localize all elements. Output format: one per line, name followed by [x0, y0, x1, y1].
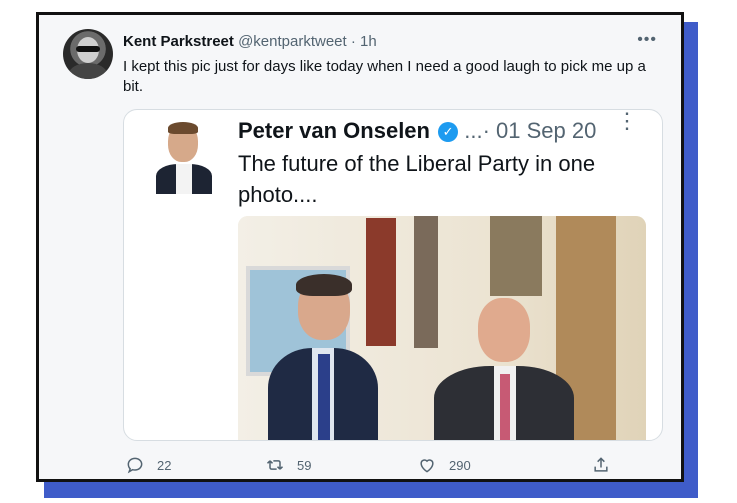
quoted-author-avatar[interactable]: [156, 122, 212, 194]
reply-count: 22: [157, 457, 172, 473]
more-vertical-icon[interactable]: ⋮: [616, 110, 638, 132]
quoted-author-name[interactable]: Peter van Onselen: [238, 118, 430, 143]
tweet-text: I kept this pic just for days like today…: [123, 58, 646, 95]
header-separator: ·: [350, 33, 356, 50]
photo-person-left: [268, 274, 378, 440]
reply-button[interactable]: 22: [125, 455, 171, 475]
person-tie: [500, 374, 510, 440]
author-avatar[interactable]: [63, 29, 113, 79]
tweet-actions: 22 59 290: [125, 455, 665, 479]
quoted-handle-ellipsis: ...: [464, 118, 483, 143]
retweet-count: 59: [297, 457, 312, 473]
retweet-icon: [266, 460, 284, 470]
verified-badge-icon: ✓: [438, 122, 459, 142]
person-head: [478, 298, 530, 362]
heart-icon: [420, 459, 434, 473]
person-tie: [318, 354, 330, 440]
avatar-glasses: [76, 46, 100, 52]
quoted-avatar-hair: [168, 122, 198, 134]
share-button[interactable]: [591, 455, 611, 475]
quoted-separator: ·: [482, 118, 490, 143]
author-name[interactable]: Kent Parkstreet: [123, 33, 234, 50]
tweet-time[interactable]: 1h: [360, 33, 377, 50]
reply-icon: [127, 457, 143, 474]
quoted-avatar-shirt: [176, 164, 192, 194]
like-count: 290: [449, 457, 471, 473]
person-hair: [296, 274, 352, 296]
author-handle[interactable]: @kentparktweet: [238, 33, 347, 50]
tweet-card[interactable]: Kent Parkstreet @kentparktweet · 1h ••• …: [36, 12, 684, 482]
tweet-header: Kent Parkstreet @kentparktweet · 1h: [123, 33, 377, 50]
avatar-shoulders: [69, 63, 107, 79]
quoted-tweet[interactable]: Peter van Onselen ✓ ...· 01 Sep 20 ⋮ The…: [123, 109, 663, 441]
share-icon: [594, 457, 608, 472]
quoted-text: The future of the Liberal Party in one p…: [238, 151, 596, 207]
quoted-photo[interactable]: [238, 216, 646, 440]
quoted-date[interactable]: 01 Sep 20: [496, 118, 596, 143]
quoted-header: Peter van Onselen ✓ ...· 01 Sep 20: [238, 118, 596, 144]
like-button[interactable]: 290: [417, 455, 471, 475]
more-horizontal-icon[interactable]: •••: [637, 31, 657, 49]
photo-art-panel: [490, 216, 542, 296]
photo-person-right: [434, 298, 574, 440]
retweet-button[interactable]: 59: [265, 455, 311, 475]
